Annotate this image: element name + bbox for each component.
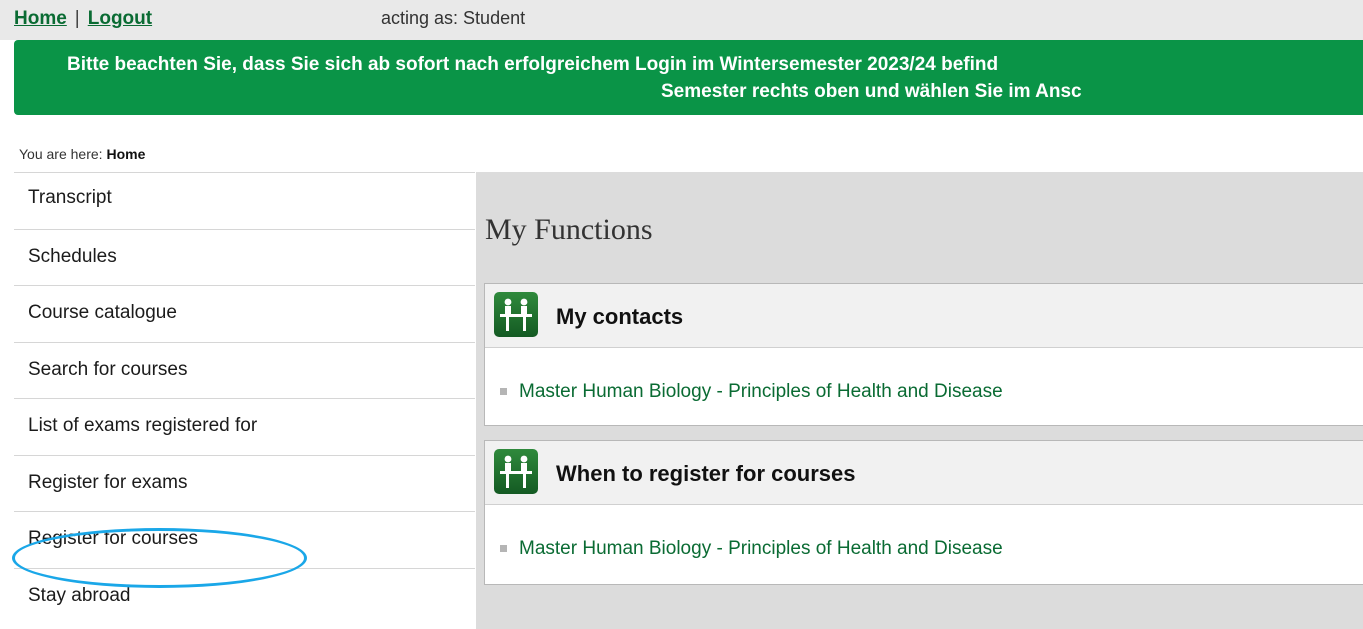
card-header: When to register for courses — [485, 441, 1363, 505]
sidebar-item-register-courses[interactable]: Register for courses — [14, 511, 475, 568]
breadcrumb: You are here: Home — [19, 146, 145, 162]
page-title: My Functions — [485, 213, 653, 246]
register-courses-card: When to register for courses Master Huma… — [484, 440, 1363, 585]
sidebar-item-stay-abroad[interactable]: Stay abroad — [14, 567, 475, 625]
bullet-icon — [500, 545, 507, 552]
contacts-card: My contacts Master Human Biology - Princ… — [484, 283, 1363, 426]
sidebar-item-register-exams[interactable]: Register for exams — [14, 454, 475, 512]
sidebar-item-exams-registered[interactable]: List of exams registered for — [14, 398, 475, 455]
people-icon — [494, 292, 538, 337]
bullet-icon — [500, 388, 507, 395]
card-title: My contacts — [556, 304, 684, 329]
program-link[interactable]: Master Human Biology - Principles of Hea… — [519, 538, 1003, 560]
breadcrumb-prefix: You are here: — [19, 146, 103, 162]
top-bar: Home | Logout acting as: Student — [0, 0, 1363, 40]
banner-line-2: Semester rechts oben und wählen Sie im A… — [661, 81, 1082, 102]
card-header: My contacts — [485, 284, 1363, 348]
people-icon — [494, 449, 538, 494]
acting-as-label: acting as: Student — [381, 8, 526, 28]
sidebar-nav: Transcript Schedules Course catalogue Se… — [12, 172, 475, 625]
home-link[interactable]: Home — [14, 8, 67, 29]
breadcrumb-current: Home — [106, 146, 146, 162]
sidebar-item-transcript[interactable]: Transcript — [14, 172, 475, 229]
main-content: My Functions My contacts Master Human Bi… — [476, 172, 1363, 629]
program-link[interactable]: Master Human Biology - Principles of Hea… — [519, 381, 1003, 403]
logout-link[interactable]: Logout — [88, 8, 152, 29]
card-title: When to register for courses — [556, 461, 856, 486]
top-links: Home | Logout — [14, 8, 152, 30]
card-body: Master Human Biology - Principles of Hea… — [485, 348, 1363, 426]
top-separator: | — [74, 8, 80, 29]
notice-banner: Bitte beachten Sie, dass Sie sich ab sof… — [14, 40, 1363, 115]
sidebar-item-search-courses[interactable]: Search for courses — [14, 341, 475, 399]
banner-line-1: Bitte beachten Sie, dass Sie sich ab sof… — [67, 54, 999, 75]
card-body: Master Human Biology - Principles of Hea… — [485, 505, 1363, 583]
sidebar-item-schedules[interactable]: Schedules — [14, 228, 475, 286]
sidebar-item-course-catalogue[interactable]: Course catalogue — [14, 285, 475, 342]
